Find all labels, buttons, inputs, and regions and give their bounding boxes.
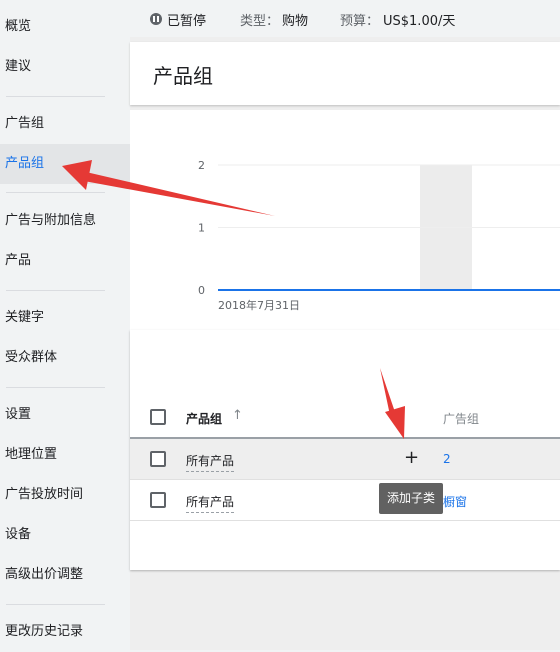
sidebar-item-recommendations[interactable]: 建议 bbox=[0, 47, 130, 87]
type-label: 类型： bbox=[240, 14, 280, 29]
row-divider bbox=[130, 520, 560, 521]
chart-svg: 0 1 2 2018年7月31日 bbox=[198, 159, 560, 312]
select-all-checkbox[interactable] bbox=[150, 409, 166, 425]
campaign-status-bar: 已暂停 类型： 购物 预算： US$1.00/天 bbox=[130, 0, 560, 37]
sidebar-item-ads-extensions[interactable]: 广告与附加信息 bbox=[0, 201, 130, 241]
sidebar-item-locations[interactable]: 地理位置 bbox=[0, 435, 130, 475]
row-checkbox[interactable] bbox=[150, 492, 166, 508]
performance-chart: 0 1 2 2018年7月31日 bbox=[130, 110, 560, 330]
sidebar-divider bbox=[6, 604, 105, 605]
ad-group-link[interactable]: 橱窗 bbox=[443, 493, 467, 510]
sidebar-item-settings[interactable]: 设置 bbox=[0, 395, 130, 435]
table-row[interactable]: 所有产品 + 2 bbox=[130, 439, 560, 479]
ad-group-link[interactable]: 2 bbox=[443, 452, 451, 466]
header-ad-group[interactable]: 广告组 bbox=[443, 410, 479, 427]
sidebar-item-products[interactable]: 产品 bbox=[0, 241, 130, 281]
add-subdivision-tooltip: 添加子类 bbox=[379, 483, 443, 514]
header-product-group[interactable]: 产品组 bbox=[186, 410, 222, 427]
sidebar-item-overview[interactable]: 概览 bbox=[0, 7, 130, 47]
sidebar-item-keywords[interactable]: 关键字 bbox=[0, 298, 130, 338]
budget-label: 预算： bbox=[340, 14, 380, 29]
plus-icon[interactable]: + bbox=[404, 447, 419, 468]
sidebar-item-product-groups[interactable]: 产品组 bbox=[0, 144, 130, 184]
product-group-cell[interactable]: 所有产品 bbox=[186, 493, 235, 513]
sidebar-item-ad-groups[interactable]: 广告组 bbox=[0, 104, 130, 144]
sort-arrow-up-icon[interactable]: ↑ bbox=[232, 408, 243, 423]
table-row[interactable]: 所有产品 橱窗 bbox=[130, 480, 560, 520]
y-tick-label: 2 bbox=[198, 159, 205, 172]
pause-icon bbox=[150, 13, 162, 25]
sidebar-item-devices[interactable]: 设备 bbox=[0, 515, 130, 555]
sidebar-divider bbox=[6, 290, 105, 291]
sidebar-item-bid-adjustments[interactable]: 高级出价调整 bbox=[0, 555, 130, 595]
budget-value[interactable]: US$1.00/天 bbox=[383, 10, 455, 29]
sidebar-nav: 概览 建议 广告组 产品组 广告与附加信息 产品 关键字 受众群体 设置 地理位… bbox=[0, 0, 130, 650]
sidebar-divider bbox=[6, 96, 105, 97]
row-checkbox[interactable] bbox=[150, 451, 166, 467]
main-content: 已暂停 类型： 购物 预算： US$1.00/天 产品组 0 1 2 2018年7月3… bbox=[130, 0, 560, 650]
product-group-cell[interactable]: 所有产品 bbox=[186, 452, 235, 472]
page-header: 产品组 bbox=[130, 42, 560, 105]
sidebar-item-ad-schedule[interactable]: 广告投放时间 bbox=[0, 475, 130, 515]
sidebar-item-change-history[interactable]: 更改历史记录 bbox=[0, 612, 130, 652]
type-value: 购物 bbox=[282, 14, 309, 29]
sidebar-divider bbox=[6, 387, 105, 388]
page-title: 产品组 bbox=[153, 64, 213, 88]
product-group-table: 产品组 ↑ 广告组 所有产品 + 2 所有产品 橱窗 添加子类 bbox=[130, 330, 560, 570]
x-tick-label: 2018年7月31日 bbox=[218, 298, 300, 312]
sidebar-item-audiences[interactable]: 受众群体 bbox=[0, 338, 130, 378]
status-text[interactable]: 已暂停 bbox=[167, 10, 206, 29]
sidebar-divider bbox=[6, 192, 105, 193]
y-tick-label: 0 bbox=[198, 284, 205, 297]
y-tick-label: 1 bbox=[198, 222, 205, 235]
